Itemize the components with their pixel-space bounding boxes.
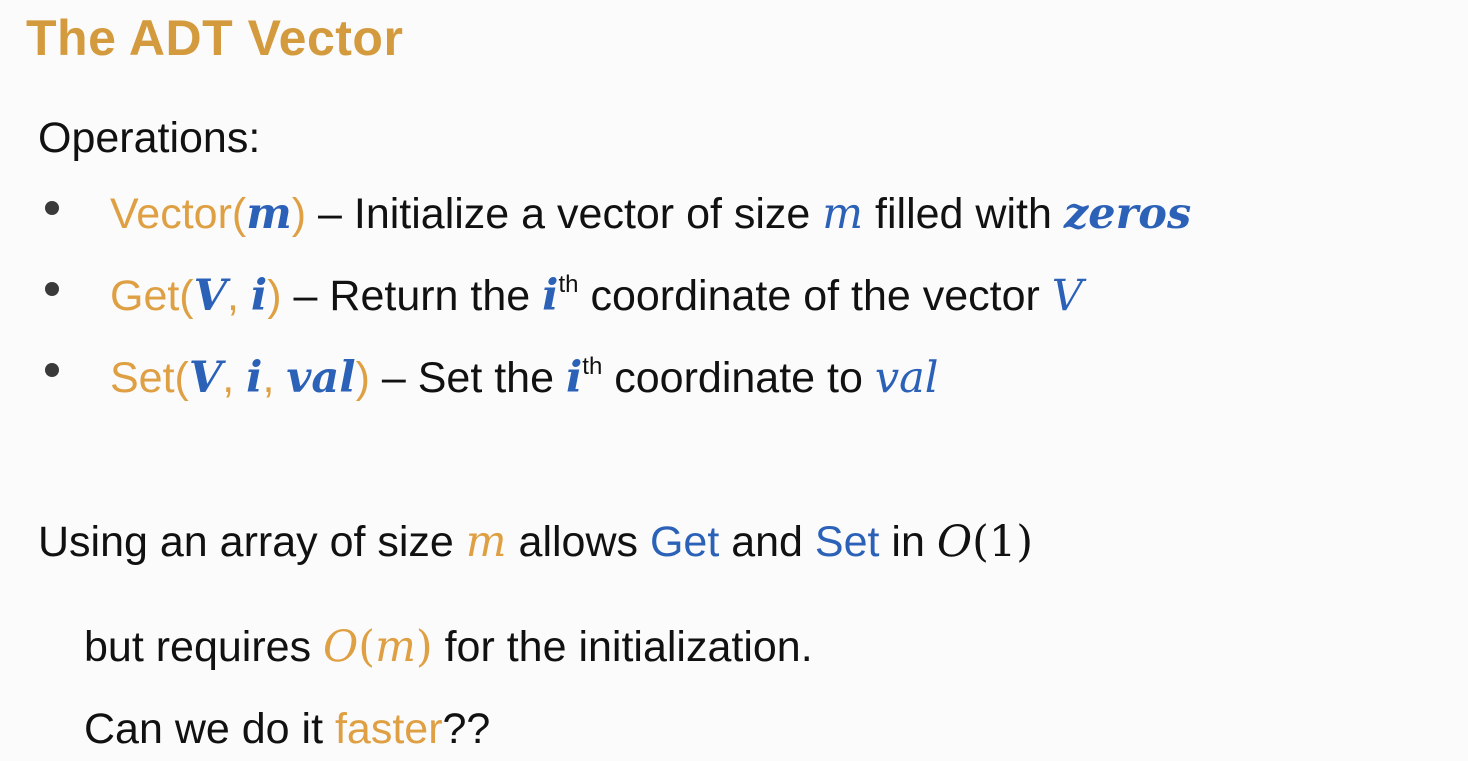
var-val: val bbox=[874, 353, 939, 403]
operation-vector: Vector(m) – Initialize a vector of size … bbox=[110, 186, 1191, 242]
op-name: Get( bbox=[110, 272, 194, 320]
paren-open: ( bbox=[358, 622, 376, 672]
bullet-point-icon bbox=[45, 282, 59, 296]
op-arg: V bbox=[193, 271, 228, 321]
op-arg-separator: , bbox=[227, 272, 251, 320]
slide-title: The ADT Vector bbox=[26, 10, 404, 66]
text-segment: and bbox=[719, 518, 815, 566]
op-description-2: filled with bbox=[863, 190, 1064, 238]
text-segment: allows bbox=[506, 518, 650, 566]
get-term: Get bbox=[649, 518, 720, 566]
bullet-point-icon bbox=[45, 201, 59, 215]
text-segment: Using an array of size bbox=[38, 518, 466, 566]
var-m: m bbox=[375, 622, 416, 672]
faster-question: Can we do it faster?? bbox=[84, 701, 490, 757]
var-i: i bbox=[565, 353, 583, 403]
var-m: m bbox=[465, 517, 507, 567]
op-description: – Set the bbox=[369, 354, 566, 402]
op-description: – Return the bbox=[281, 272, 543, 320]
op-name: Vector( bbox=[110, 190, 247, 238]
op-close-paren: ) bbox=[355, 354, 370, 402]
text-segment: but requires bbox=[84, 623, 324, 671]
paren-close: ) bbox=[415, 622, 433, 672]
text-segment: in bbox=[879, 518, 937, 566]
op-arg: i bbox=[250, 271, 268, 321]
op-description-2: coordinate of the vector bbox=[578, 272, 1052, 320]
array-statement: Using an array of size m allows Get and … bbox=[38, 514, 1033, 570]
var-v: V bbox=[1051, 271, 1083, 321]
set-term: Set bbox=[814, 518, 880, 566]
op-description-2: coordinate to bbox=[602, 354, 875, 402]
op-arg: m bbox=[246, 189, 292, 239]
text-segment: Can we do it bbox=[84, 705, 335, 753]
big-o: O bbox=[936, 517, 973, 567]
op-description: – Initialize a vector of size bbox=[306, 190, 823, 238]
var-zeros: zeros bbox=[1063, 189, 1192, 239]
operations-heading: Operations: bbox=[38, 114, 261, 162]
op-close-paren: ) bbox=[291, 190, 307, 238]
op-arg: V bbox=[188, 353, 223, 403]
operation-set: Set(V, i, val) – Set the ith coordinate … bbox=[110, 350, 939, 406]
operation-get: Get(V, i) – Return the ith coordinate of… bbox=[110, 268, 1083, 324]
text-segment: ?? bbox=[442, 705, 491, 753]
text-segment: for the initialization. bbox=[432, 623, 813, 671]
bullet-point-icon bbox=[45, 363, 59, 377]
op-arg-separator: , bbox=[222, 354, 247, 402]
initialization-statement: but requires O(m) for the initialization… bbox=[84, 619, 813, 675]
op-close-paren: ) bbox=[267, 272, 282, 320]
superscript-th: th bbox=[558, 271, 579, 298]
faster-term: faster bbox=[334, 705, 443, 753]
big-o: O bbox=[323, 622, 359, 672]
op-arg: val bbox=[286, 353, 356, 403]
op-arg-separator: , bbox=[262, 354, 287, 402]
var-i: i bbox=[542, 271, 559, 321]
var-m: m bbox=[822, 189, 864, 239]
superscript-th: th bbox=[582, 353, 603, 380]
slide: The ADT Vector Operations: Vector(m) – I… bbox=[0, 0, 1468, 761]
op-name: Set( bbox=[110, 354, 189, 402]
op-arg: i bbox=[246, 353, 263, 403]
big-o-argument: (1) bbox=[972, 517, 1034, 567]
